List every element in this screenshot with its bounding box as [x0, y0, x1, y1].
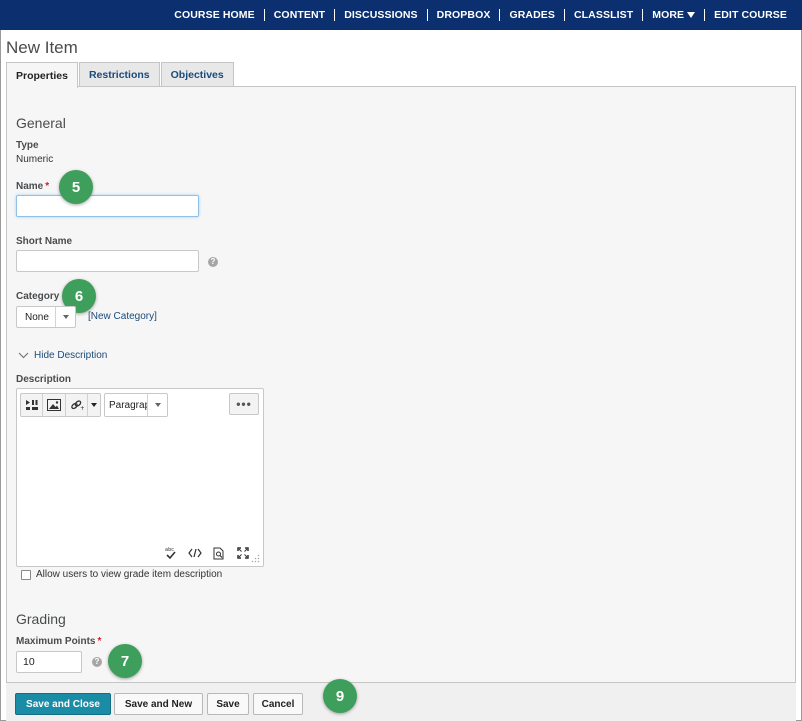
insert-stuff-icon — [25, 400, 38, 410]
nav-edit-course[interactable]: EDIT COURSE — [704, 9, 796, 21]
hide-description-label: Hide Description — [34, 350, 108, 361]
insert-link-button[interactable]: + — [66, 394, 89, 416]
grading-heading: Grading — [16, 611, 66, 627]
insert-image-button[interactable] — [43, 394, 66, 416]
insert-toolbar-group: + — [20, 393, 101, 417]
tab-strip: Properties Restrictions Objectives — [6, 62, 235, 88]
source-code-icon[interactable] — [187, 546, 203, 560]
nav-more-label: MORE — [652, 9, 685, 21]
name-input[interactable] — [16, 195, 199, 217]
paragraph-format-value: Paragraph — [109, 399, 147, 411]
required-indicator: * — [97, 636, 102, 647]
caret-down-icon — [91, 403, 98, 407]
name-label-text: Name — [16, 181, 44, 192]
allow-view-description-label[interactable]: Allow users to view grade item descripti… — [36, 569, 222, 580]
name-label: Name * — [16, 181, 49, 192]
fullscreen-icon[interactable] — [235, 546, 251, 560]
callout-5: 5 — [59, 170, 93, 204]
save-and-close-button[interactable]: Save and Close — [15, 693, 111, 715]
hide-description-toggle[interactable]: Hide Description — [18, 350, 107, 361]
callout-9: 9 — [323, 679, 357, 713]
paragraph-format-select[interactable]: Paragraph — [104, 393, 168, 417]
dropdown-arrow-icon — [55, 307, 75, 327]
max-points-label-text: Maximum Points — [16, 636, 96, 647]
nav-classlist[interactable]: CLASSLIST — [563, 9, 642, 21]
resize-grip-icon[interactable] — [251, 554, 260, 563]
new-category-link[interactable]: [New Category] — [88, 311, 157, 322]
required-indicator: * — [45, 181, 50, 192]
category-label: Category — [16, 291, 60, 302]
callout-7: 7 — [108, 644, 142, 678]
cancel-button[interactable]: Cancel — [253, 693, 303, 715]
general-heading: General — [16, 115, 66, 131]
help-icon[interactable]: ? — [92, 657, 102, 667]
svg-text:+: + — [80, 405, 84, 411]
save-and-new-button[interactable]: Save and New — [114, 693, 203, 715]
course-navbar: COURSE HOME CONTENT DISCUSSIONS DROPBOX … — [0, 0, 802, 30]
max-points-label: Maximum Points * — [16, 636, 101, 647]
svg-text:abc: abc — [165, 547, 174, 553]
description-editor: + Paragraph ••• abc — [16, 388, 264, 567]
category-selected-value: None — [25, 311, 49, 323]
preview-icon[interactable] — [211, 546, 227, 560]
link-icon: + — [70, 400, 84, 411]
category-select[interactable]: None — [16, 306, 76, 328]
description-label: Description — [16, 374, 72, 385]
allow-view-description-checkbox[interactable] — [21, 569, 31, 580]
tab-objectives[interactable]: Objectives — [160, 62, 234, 87]
image-icon — [47, 399, 62, 411]
properties-panel — [6, 86, 796, 682]
spellcheck-icon[interactable]: abc — [163, 546, 179, 560]
tab-restrictions[interactable]: Restrictions — [78, 62, 160, 87]
dropdown-arrow-icon — [147, 394, 167, 416]
form-button-bar: Save and Close Save and New Save Cancel … — [6, 679, 796, 721]
description-text-area[interactable] — [18, 421, 262, 542]
save-button[interactable]: Save — [207, 693, 249, 715]
caret-down-icon — [687, 12, 696, 18]
short-name-input[interactable] — [16, 250, 199, 272]
chevron-down-icon — [18, 352, 29, 359]
insert-menu-dropdown[interactable] — [88, 394, 100, 416]
nav-more[interactable]: MORE — [642, 9, 704, 21]
nav-grades[interactable]: GRADES — [499, 9, 564, 21]
more-actions-button[interactable]: ••• — [229, 393, 259, 415]
nav-content[interactable]: CONTENT — [263, 9, 334, 21]
editor-status-icons: abc — [163, 546, 251, 560]
type-value: Numeric — [16, 154, 54, 165]
nav-discussions[interactable]: DISCUSSIONS — [334, 9, 426, 21]
page-title: New Item — [6, 38, 78, 57]
insert-stuff-button[interactable] — [21, 394, 44, 416]
allow-view-description-row: Allow users to view grade item descripti… — [21, 569, 222, 580]
nav-course-home[interactable]: COURSE HOME — [165, 9, 263, 21]
tab-properties[interactable]: Properties — [6, 62, 78, 88]
max-points-input[interactable] — [16, 651, 82, 673]
help-icon[interactable]: ? — [208, 257, 218, 267]
type-label: Type — [16, 140, 39, 151]
short-name-label: Short Name — [16, 236, 73, 247]
nav-dropbox[interactable]: DROPBOX — [426, 9, 500, 21]
